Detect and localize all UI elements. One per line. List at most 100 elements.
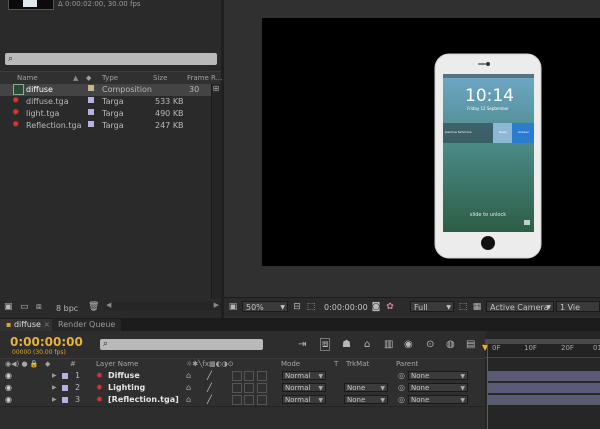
quality-switch-icon[interactable]: ╱ bbox=[207, 395, 212, 404]
visibility-icon[interactable]: ◉ bbox=[5, 383, 12, 392]
color-depth-label[interactable]: 8 bpc bbox=[56, 304, 78, 313]
live-update-icon[interactable]: ⧈ bbox=[320, 338, 331, 351]
shy-switch-icon[interactable]: ⌂ bbox=[186, 383, 191, 392]
switch-box[interactable] bbox=[244, 383, 254, 393]
mask-visibility-icon[interactable]: ⬚ bbox=[306, 302, 316, 312]
column-name[interactable]: Name bbox=[17, 74, 38, 82]
expand-arrow-icon[interactable]: ▶ bbox=[52, 372, 57, 379]
mode-dropdown[interactable]: Normal ▼ bbox=[282, 371, 326, 380]
transparency-grid-icon[interactable]: ▦ bbox=[472, 302, 482, 312]
project-item[interactable]: ✹ diffuse.tga Targa 533 KB bbox=[0, 96, 211, 108]
graph-editor-icon[interactable]: ⊙ bbox=[426, 339, 434, 350]
column-layer-name[interactable]: Layer Name bbox=[96, 360, 138, 368]
expand-arrow-icon[interactable]: ▶ bbox=[52, 384, 57, 391]
tab-render-queue[interactable]: Render Queue bbox=[52, 319, 122, 331]
trash-icon[interactable]: 🗑 bbox=[88, 302, 99, 312]
switch-box[interactable] bbox=[232, 371, 242, 381]
parent-dropdown[interactable]: None ▼ bbox=[408, 371, 468, 380]
layer-duration-bar[interactable] bbox=[488, 395, 600, 405]
close-tab-icon[interactable]: × bbox=[44, 320, 51, 329]
project-horizontal-scrollbar[interactable]: ◀ ▶ bbox=[104, 301, 221, 310]
expand-arrow-icon[interactable]: ▶ bbox=[52, 396, 57, 403]
pick-whip-icon[interactable]: ◎ bbox=[398, 371, 405, 380]
trkmat-dropdown[interactable]: None ▼ bbox=[344, 383, 388, 392]
shy-switch-icon[interactable]: ⌂ bbox=[186, 371, 191, 380]
project-item[interactable]: diffuse Composition 30 bbox=[0, 84, 211, 96]
switch-box[interactable] bbox=[257, 383, 267, 393]
pick-whip-icon[interactable]: ◎ bbox=[398, 395, 405, 404]
mode-dropdown[interactable]: Normal ▼ bbox=[282, 395, 326, 404]
scroll-left-icon[interactable]: ◀ bbox=[106, 301, 111, 309]
label-swatch[interactable] bbox=[62, 385, 68, 391]
safe-zones-icon[interactable]: ⊟ bbox=[292, 302, 302, 312]
viewer-timecode[interactable]: 0:00:00:00 bbox=[320, 301, 370, 312]
column-frame-rate[interactable]: Frame R... bbox=[187, 74, 222, 82]
quality-switch-icon[interactable]: ╱ bbox=[207, 383, 212, 392]
playhead[interactable] bbox=[487, 344, 488, 429]
column-size[interactable]: Size bbox=[153, 74, 167, 82]
label-swatch[interactable] bbox=[88, 121, 94, 127]
layer-name[interactable]: [Reflection.tga] bbox=[108, 395, 179, 404]
switch-box[interactable] bbox=[244, 395, 254, 405]
tab-diffuse[interactable]: ▪ diffuse × bbox=[0, 319, 57, 331]
zoom-dropdown[interactable]: 50% ▼ bbox=[242, 301, 288, 312]
layer-row[interactable]: ◉ ▶ 3 ✹ [Reflection.tga] ⌂ ╱ Normal ▼ Non… bbox=[0, 394, 484, 407]
switch-box[interactable] bbox=[257, 371, 267, 381]
label-swatch[interactable] bbox=[88, 97, 94, 103]
column-parent[interactable]: Parent bbox=[396, 360, 418, 368]
mode-dropdown[interactable]: Normal ▼ bbox=[282, 383, 326, 392]
pick-whip-icon[interactable]: ◎ bbox=[398, 383, 405, 392]
close-icon[interactable]: ▪ bbox=[6, 320, 11, 329]
time-ruler[interactable]: 0F 10F 20F 01 bbox=[485, 344, 600, 358]
layer-name[interactable]: Lighting bbox=[108, 383, 145, 392]
label-swatch[interactable] bbox=[88, 85, 94, 91]
parent-dropdown[interactable]: None ▼ bbox=[408, 383, 468, 392]
region-of-interest-icon[interactable]: ⬚ bbox=[458, 302, 468, 312]
visibility-icon[interactable]: ◉ bbox=[5, 395, 12, 404]
label-swatch[interactable] bbox=[88, 109, 94, 115]
snapshot-icon[interactable]: ◙ bbox=[371, 302, 381, 312]
interpret-footage-icon[interactable]: ▣ bbox=[4, 302, 13, 312]
layer-duration-bar[interactable] bbox=[488, 383, 600, 393]
always-preview-icon[interactable]: ▣ bbox=[228, 302, 238, 312]
layer-duration-bar[interactable] bbox=[488, 371, 600, 381]
timeline-timecode[interactable]: 0:00:00:00 bbox=[10, 335, 83, 349]
switch-box[interactable] bbox=[257, 395, 267, 405]
layer-name[interactable]: Diffuse bbox=[108, 371, 140, 380]
trkmat-dropdown[interactable]: None ▼ bbox=[344, 395, 388, 404]
project-item[interactable]: ✹ light.tga Targa 490 KB bbox=[0, 108, 211, 120]
switch-box[interactable] bbox=[244, 371, 254, 381]
show-channel-icon[interactable]: ✿ bbox=[385, 302, 395, 312]
label-column-icon[interactable]: ◆ bbox=[86, 74, 91, 82]
draft-3d-icon[interactable]: ☗ bbox=[342, 339, 351, 350]
project-search-input[interactable]: ⌕ bbox=[5, 53, 217, 65]
project-item[interactable]: ✹ Reflection.tga Targa 247 KB bbox=[0, 120, 211, 132]
switch-box[interactable] bbox=[232, 395, 242, 405]
hide-shy-layers-icon[interactable]: ⌂ bbox=[364, 339, 370, 350]
label-swatch[interactable] bbox=[62, 373, 68, 379]
quality-switch-icon[interactable]: ╱ bbox=[207, 371, 212, 380]
motion-blur-icon[interactable]: ◉ bbox=[404, 339, 413, 350]
shy-switch-icon[interactable]: ⌂ bbox=[186, 395, 191, 404]
resolution-dropdown[interactable]: Full ▼ bbox=[410, 301, 454, 312]
visibility-icon[interactable]: ◉ bbox=[5, 371, 12, 380]
composition-canvas[interactable]: 10:14 Friday 12 September Jasmine Simmon… bbox=[262, 18, 600, 266]
new-folder-icon[interactable]: ▭ bbox=[20, 302, 29, 312]
column-mode[interactable]: Mode bbox=[281, 360, 300, 368]
scroll-right-icon[interactable]: ▶ bbox=[214, 301, 219, 309]
frame-blending-icon[interactable]: ▥ bbox=[384, 339, 393, 350]
render-queue-icon[interactable]: ▤ bbox=[466, 339, 475, 350]
parent-dropdown[interactable]: None ▼ bbox=[408, 395, 468, 404]
views-dropdown[interactable]: 1 Vie bbox=[556, 301, 600, 312]
comp-mini-flowchart-icon[interactable]: ⇥ bbox=[298, 339, 306, 350]
timeline-search-input[interactable]: ⌕ bbox=[100, 339, 263, 350]
brainstorm-icon[interactable]: ◍ bbox=[446, 339, 455, 350]
camera-dropdown[interactable]: Active Camera ▼ bbox=[486, 301, 554, 312]
flowchart-icon[interactable]: ⊞ bbox=[211, 84, 221, 96]
column-trkmat[interactable]: TrkMat bbox=[346, 360, 369, 368]
project-scrollbar[interactable] bbox=[211, 84, 222, 299]
label-swatch[interactable] bbox=[62, 397, 68, 403]
new-composition-icon[interactable]: ⧈ bbox=[36, 302, 42, 312]
column-type[interactable]: Type bbox=[102, 74, 118, 82]
switch-box[interactable] bbox=[232, 383, 242, 393]
